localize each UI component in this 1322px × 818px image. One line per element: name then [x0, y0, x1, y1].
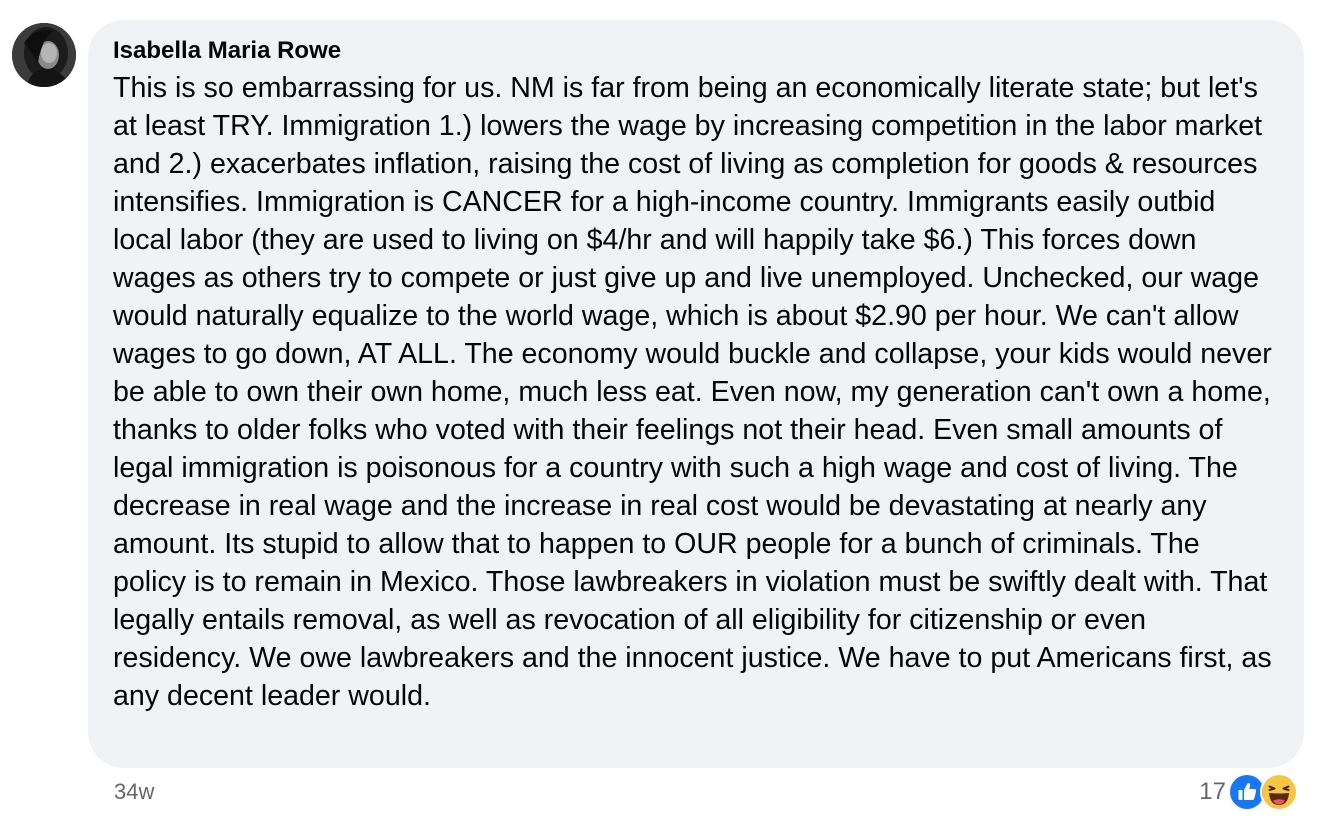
comment-bubble: Isabella Maria Rowe This is so embarrass…: [88, 20, 1304, 768]
comment-meta: 34w: [114, 776, 154, 808]
comment-timestamp[interactable]: 34w: [114, 779, 154, 805]
comment-author-name[interactable]: Isabella Maria Rowe: [113, 37, 341, 65]
profile-photo: [12, 23, 76, 87]
reactions-summary[interactable]: 17: [1199, 773, 1298, 811]
avatar[interactable]: [12, 23, 76, 87]
haha-icon: [1260, 773, 1298, 811]
reaction-count: 17: [1199, 778, 1226, 805]
comment-text: This is so embarrassing for us. NM is fa…: [113, 72, 1272, 712]
